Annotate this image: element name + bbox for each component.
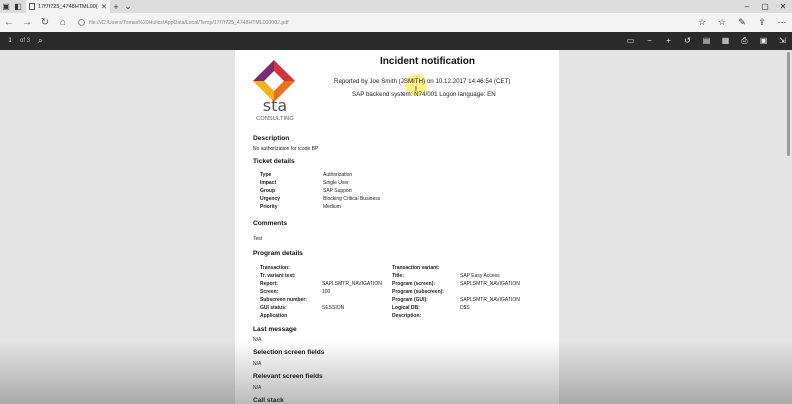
program-value: 100	[322, 289, 331, 295]
ticket-label: Group	[260, 188, 275, 194]
close-icon[interactable]: ✕	[774, 2, 792, 11]
program-label: Report:	[260, 281, 278, 287]
comments-text: Test	[253, 236, 263, 242]
program-value: SAP Easy Access	[460, 273, 500, 279]
minimize-icon[interactable]: –	[738, 2, 756, 11]
close-tab-icon[interactable]: ✕	[101, 3, 107, 11]
ticket-value: Medium	[323, 204, 341, 210]
description-text: No authorization for tcode BP	[253, 146, 319, 152]
print-icon[interactable]: ⎙	[735, 36, 754, 46]
program-label: Logical DB:	[392, 305, 420, 311]
pin-toolbar-icon[interactable]: ⇲	[773, 36, 792, 46]
info-icon	[78, 19, 85, 26]
selection-fields-heading: Selection screen fields	[253, 349, 325, 356]
program-value: SAPLSMTR_NAVIGATION	[460, 281, 520, 287]
relevant-fields-heading: Relevant screen fields	[253, 373, 323, 380]
logo-subtext: CONSULTING	[256, 116, 294, 122]
zoom-in-icon[interactable]: +	[659, 36, 678, 46]
pdf-file-icon	[29, 3, 35, 10]
program-label: Program (screen):	[392, 281, 436, 287]
program-label: Subscreen number:	[260, 297, 307, 303]
ticket-value: SAP Support	[323, 188, 352, 194]
pdf-page: sta CONSULTING Incident notification Rep…	[235, 50, 559, 404]
ticket-value: Authorization	[323, 172, 353, 178]
fit-page-icon[interactable]: ▭	[621, 36, 640, 46]
home-icon[interactable]: ⌂	[54, 17, 72, 28]
backend-system-text: SAP backend system: N74/001 Logon langua…	[352, 91, 496, 98]
search-icon[interactable]: ⌕	[38, 36, 42, 46]
ticket-label: Type	[260, 172, 272, 178]
new-tab-button[interactable]: +	[110, 2, 122, 12]
page-number-input[interactable]: 1	[0, 38, 20, 44]
program-label: Transaction variant:	[392, 265, 440, 271]
tab-set-aside-icon[interactable]: ◧	[12, 0, 24, 13]
text-cursor-icon: I	[415, 86, 417, 93]
pdf-tools: ▭ − + ↺ ▤ ▦ ⎙ ▣ ⇲	[621, 36, 792, 46]
address-url: file:///C:/Users/Tomas%20Hulics/AppData/…	[89, 19, 289, 26]
pdf-toolbar: 1 of 3 ⌕ ▭ − + ↺ ▤ ▦ ⎙ ▣ ⇲	[0, 32, 792, 50]
share-icon[interactable]: ⇪	[752, 17, 772, 28]
ticket-value: Blocking Critical Business	[323, 196, 381, 202]
program-label: Transaction:	[260, 265, 290, 271]
ticket-label: Urgency	[260, 196, 281, 202]
selection-fields-text: N/A	[253, 361, 262, 367]
scrollbar[interactable]	[787, 52, 790, 156]
program-value: SAPLSMTR_NAVIGATION	[322, 281, 382, 287]
program-label: GUI status:	[260, 305, 287, 311]
ticket-label: Priority	[260, 204, 278, 210]
address-bar[interactable]: file:///C:/Users/Tomas%20Hulics/AppData/…	[78, 16, 598, 29]
page-title: Incident notification	[380, 56, 475, 67]
ticket-details-heading: Ticket details	[253, 158, 295, 165]
navigation-bar: ← → ↻ ⌂ file:///C:/Users/Tomas%20Hulics/…	[0, 13, 792, 32]
reported-by-text: Reported by Joe Smith (JSMITH) on 10.12.…	[334, 78, 511, 85]
page-layout-icon[interactable]: ▤	[697, 36, 716, 46]
description-heading: Description	[253, 135, 290, 142]
ticket-label: Impact	[260, 180, 277, 186]
tab-strip: ▣ ◧ 17f7f725_4748HTML00( ✕ + ⌄ – ▢ ✕	[0, 0, 792, 13]
program-label: Description:	[392, 313, 422, 319]
program-value: SESSION	[322, 305, 345, 311]
tab-title: 17f7f725_4748HTML00(	[38, 3, 98, 10]
pdf-viewer[interactable]: sta CONSULTING Incident notification Rep…	[0, 50, 792, 404]
last-message-heading: Last message	[253, 326, 297, 333]
favorite-star-icon[interactable]: ☆	[692, 17, 712, 28]
program-label: Program (GUI):	[392, 297, 428, 303]
refresh-icon[interactable]: ↻	[36, 17, 54, 28]
comments-heading: Comments	[253, 220, 288, 227]
ticket-value: Single User	[323, 180, 349, 186]
browser-window: ▣ ◧ 17f7f725_4748HTML00( ✕ + ⌄ – ▢ ✕ ← →…	[0, 0, 792, 404]
browser-actions: ☆ ☆ ✎ ⇪ ⋯	[692, 17, 792, 28]
tab-preview-icon[interactable]: ▣	[0, 0, 12, 13]
program-label: Application	[260, 313, 288, 319]
last-message-text: N/A	[253, 337, 262, 343]
more-dots-icon[interactable]: ⋯	[772, 17, 792, 28]
tab-pdf[interactable]: 17f7f725_4748HTML00( ✕	[26, 0, 110, 13]
relevant-fields-text: N/A	[253, 385, 262, 391]
program-value: SAPLSMTR_NAVIGATION	[460, 297, 520, 303]
program-label: Screen:	[260, 289, 279, 295]
program-label: Tr. variant text:	[260, 273, 296, 279]
favorites-list-icon[interactable]: ☆	[712, 17, 732, 28]
program-label: Title:	[392, 273, 404, 279]
zoom-out-icon[interactable]: −	[640, 36, 659, 46]
notes-pen-icon[interactable]: ✎	[732, 17, 752, 28]
program-value: D$S	[460, 305, 470, 311]
rotate-icon[interactable]: ↺	[678, 36, 697, 46]
forward-arrow-icon[interactable]: →	[18, 17, 36, 28]
read-aloud-icon[interactable]: ▦	[716, 36, 735, 46]
back-arrow-icon[interactable]: ←	[0, 17, 18, 28]
window-controls: – ▢ ✕	[738, 2, 792, 11]
call-stack-heading: Call stack	[253, 397, 284, 404]
program-label: Program (subscreen):	[392, 289, 444, 295]
maximize-icon[interactable]: ▢	[756, 2, 774, 11]
save-icon[interactable]: ▣	[754, 36, 773, 46]
program-details-heading: Program details	[253, 250, 303, 257]
page-count: of 3	[20, 38, 31, 44]
logo-text: sta	[262, 96, 288, 115]
chevron-down-icon[interactable]: ⌄	[122, 1, 134, 12]
